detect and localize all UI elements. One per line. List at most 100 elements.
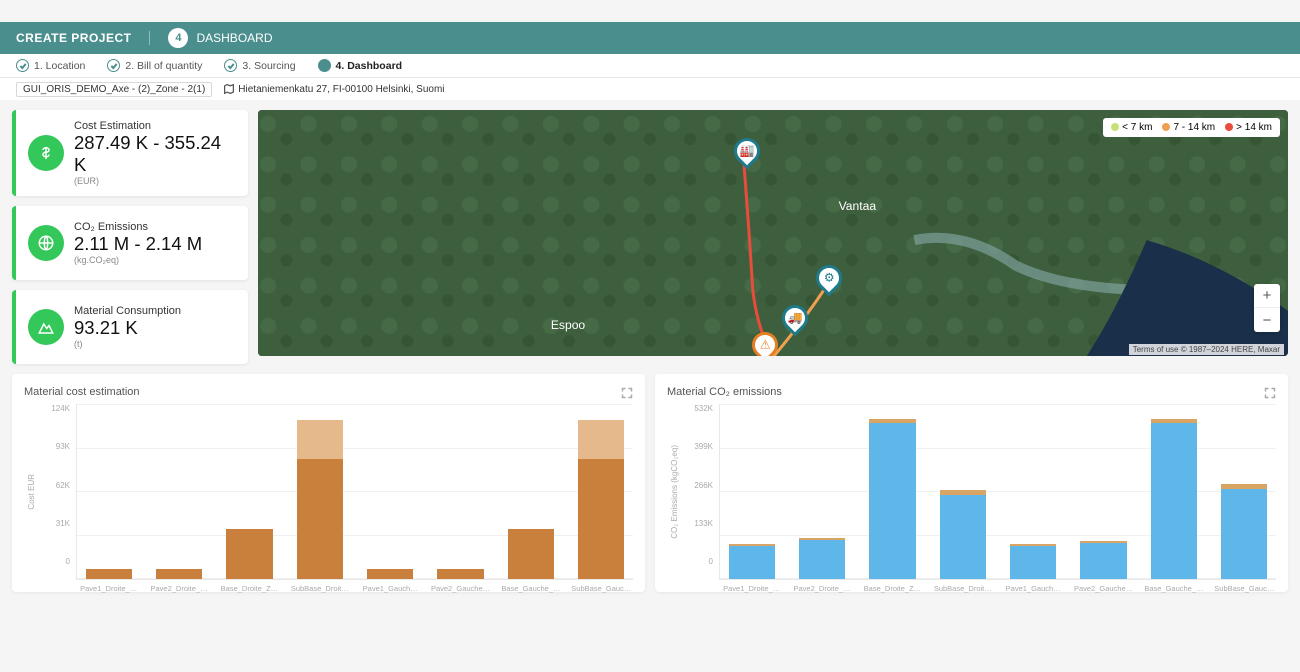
x-axis-label: SubBase_Gauc… bbox=[571, 584, 631, 593]
bar-segment bbox=[578, 459, 624, 579]
step-label: 4. Dashboard bbox=[336, 60, 403, 72]
y-axis-label: CO₂ Emissions (kgCO₂eq) bbox=[667, 445, 679, 539]
legend-item: < 7 km bbox=[1111, 122, 1152, 133]
step-boq[interactable]: 2. Bill of quantity bbox=[107, 59, 202, 72]
svg-text:Vantaa: Vantaa bbox=[839, 199, 877, 213]
dollar-icon bbox=[28, 135, 64, 171]
x-axis-label: Pave2_Droite_… bbox=[793, 584, 850, 593]
maximize-icon[interactable] bbox=[1264, 386, 1276, 404]
bar-segment bbox=[86, 569, 132, 579]
bar-column[interactable]: Pave1_Gauch… bbox=[361, 404, 420, 579]
step-dashboard[interactable]: 4. Dashboard bbox=[318, 59, 403, 72]
x-axis-label: Pave1_Gauch… bbox=[1006, 584, 1061, 593]
x-axis-label: Base_Gauche_… bbox=[501, 584, 560, 593]
map-distance-legend: < 7 km7 - 14 km> 14 km bbox=[1103, 118, 1280, 137]
bar-segment bbox=[508, 529, 554, 579]
dashboard-label: DASHBOARD bbox=[196, 31, 272, 45]
x-axis-label: SubBase_Droit… bbox=[934, 584, 992, 593]
check-icon bbox=[107, 59, 120, 72]
zoom-in-button[interactable]: + bbox=[1254, 284, 1280, 308]
check-icon bbox=[16, 59, 29, 72]
bar-column[interactable]: Pave2_Gauche… bbox=[1074, 404, 1133, 579]
x-axis-label: Pave2_Gauche… bbox=[1074, 584, 1133, 593]
map-attribution: Terms of use © 1987–2024 HERE, Maxar bbox=[1129, 344, 1284, 355]
kpi-value: 2.11 M - 2.14 M bbox=[74, 233, 202, 255]
kpi-unit: (t) bbox=[74, 339, 181, 349]
x-axis-label: Pave2_Gauche… bbox=[431, 584, 490, 593]
chart-co2-card: Material CO₂ emissions CO₂ Emissions (kg… bbox=[655, 374, 1288, 592]
check-icon bbox=[224, 59, 237, 72]
chart-cost-card: Material cost estimation Cost EUR124K93K… bbox=[12, 374, 645, 592]
svg-text:Espoo: Espoo bbox=[551, 318, 586, 332]
step-label: 3. Sourcing bbox=[242, 60, 295, 72]
bar-segment bbox=[729, 546, 775, 579]
bar-segment bbox=[578, 420, 624, 459]
kpi-cost[interactable]: Cost Estimation 287.49 K - 355.24 K (EUR… bbox=[12, 110, 248, 196]
x-axis-label: Base_Gauche_… bbox=[1144, 584, 1203, 593]
x-axis-label: SubBase_Gauc… bbox=[1214, 584, 1274, 593]
x-axis-label: Pave2_Droite_… bbox=[150, 584, 207, 593]
chart-bars: Pave1_Droite_…Pave2_Droite_…Base_Droite_… bbox=[719, 404, 1276, 580]
bar-column[interactable]: SubBase_Droit… bbox=[290, 404, 349, 579]
chart-title: Material CO₂ emissions bbox=[667, 386, 1276, 398]
x-axis-label: Base_Droite_Z… bbox=[864, 584, 922, 593]
project-info-row: GUI_ORIS_DEMO_Axe - (2)_Zone - 2(1) Hiet… bbox=[0, 78, 1300, 100]
map-panel[interactable]: Espoo Vantaa 🏭 ⚙ 🚚 ⚠ < 7 km7 - 14 km> 14… bbox=[258, 110, 1288, 356]
step-number-badge: 4 bbox=[168, 28, 188, 48]
kpi-title: Cost Estimation bbox=[74, 120, 236, 132]
create-project-label[interactable]: CREATE PROJECT bbox=[16, 31, 150, 45]
step-location[interactable]: 1. Location bbox=[16, 59, 85, 72]
bar-segment bbox=[1010, 546, 1056, 579]
bar-segment bbox=[156, 569, 202, 579]
mountain-icon bbox=[28, 309, 64, 345]
bar-segment bbox=[297, 420, 343, 459]
bar-segment bbox=[1221, 489, 1267, 579]
bar-segment bbox=[940, 495, 986, 579]
bar-segment bbox=[1080, 543, 1126, 579]
bar-column[interactable]: SubBase_Gauc… bbox=[572, 404, 631, 579]
step-sourcing[interactable]: 3. Sourcing bbox=[224, 59, 295, 72]
kpi-value: 93.21 K bbox=[74, 317, 181, 339]
bar-segment bbox=[1151, 423, 1197, 579]
bar-column[interactable]: Base_Gauche_… bbox=[1144, 404, 1203, 579]
kpi-column: Cost Estimation 287.49 K - 355.24 K (EUR… bbox=[12, 110, 248, 364]
step-label: 2. Bill of quantity bbox=[125, 60, 202, 72]
project-address: Hietaniemenkatu 27, FI-00100 Helsinki, S… bbox=[224, 84, 444, 95]
maximize-icon[interactable] bbox=[621, 386, 633, 404]
bar-column[interactable]: Base_Gauche_… bbox=[501, 404, 560, 579]
bar-column[interactable]: Pave1_Droite_… bbox=[79, 404, 138, 579]
bar-column[interactable]: SubBase_Gauc… bbox=[1215, 404, 1274, 579]
bar-segment bbox=[437, 569, 483, 579]
bar-column[interactable]: Base_Droite_Z… bbox=[220, 404, 279, 579]
bar-column[interactable]: Pave2_Droite_… bbox=[149, 404, 208, 579]
map-satellite: Espoo Vantaa bbox=[258, 110, 1288, 356]
kpi-material[interactable]: Material Consumption 93.21 K (t) bbox=[12, 290, 248, 364]
chart-title: Material cost estimation bbox=[24, 386, 633, 398]
bar-column[interactable]: Pave1_Gauch… bbox=[1004, 404, 1063, 579]
map-zoom-control: + − bbox=[1254, 284, 1280, 332]
zoom-out-button[interactable]: − bbox=[1254, 308, 1280, 332]
bar-column[interactable]: Base_Droite_Z… bbox=[863, 404, 922, 579]
bar-column[interactable]: Pave2_Droite_… bbox=[792, 404, 851, 579]
bar-segment bbox=[226, 529, 272, 579]
project-name[interactable]: GUI_ORIS_DEMO_Axe - (2)_Zone - 2(1) bbox=[16, 82, 212, 97]
kpi-co2[interactable]: CO₂ Emissions 2.11 M - 2.14 M (kg.CO₂eq) bbox=[12, 206, 248, 280]
bar-segment bbox=[367, 569, 413, 579]
kpi-unit: (EUR) bbox=[74, 176, 236, 186]
chart-bars: Pave1_Droite_…Pave2_Droite_…Base_Droite_… bbox=[76, 404, 633, 580]
bar-column[interactable]: Pave1_Droite_… bbox=[722, 404, 781, 579]
top-bar: CREATE PROJECT 4 DASHBOARD bbox=[0, 22, 1300, 54]
kpi-unit: (kg.CO₂eq) bbox=[74, 255, 202, 265]
bar-segment bbox=[869, 423, 915, 579]
bar-segment bbox=[799, 540, 845, 579]
x-axis-label: Pave1_Droite_… bbox=[723, 584, 780, 593]
x-axis-label: Pave1_Gauch… bbox=[363, 584, 418, 593]
bar-column[interactable]: Pave2_Gauche… bbox=[431, 404, 490, 579]
y-axis-ticks: 124K93K62K31K0 bbox=[36, 404, 76, 580]
kpi-value: 287.49 K - 355.24 K bbox=[74, 132, 236, 176]
bar-column[interactable]: SubBase_Droit… bbox=[933, 404, 992, 579]
map-icon bbox=[224, 84, 234, 94]
step-label: 1. Location bbox=[34, 60, 85, 72]
x-axis-label: Pave1_Droite_… bbox=[80, 584, 137, 593]
bar-segment bbox=[297, 459, 343, 579]
